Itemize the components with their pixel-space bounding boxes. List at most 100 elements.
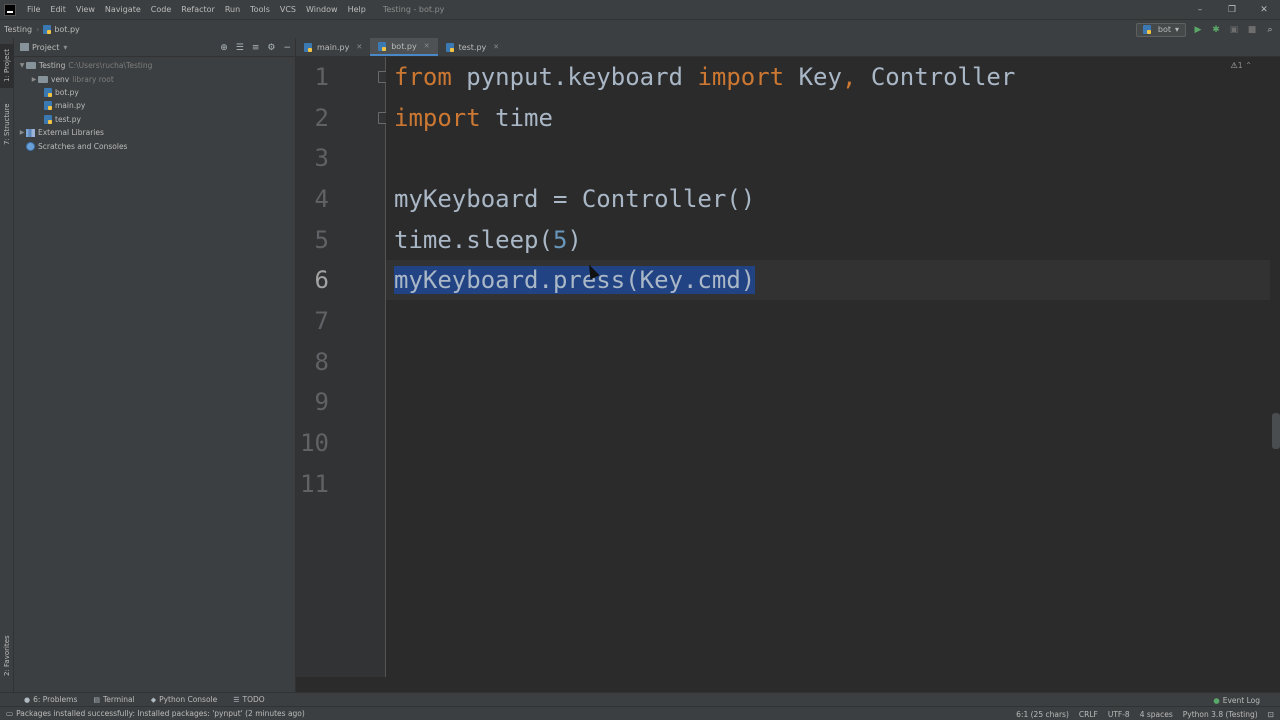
- tool-label: Event Log: [1222, 695, 1260, 705]
- folder-icon: [38, 75, 48, 83]
- tree-item-venv[interactable]: ▶ venv library root: [14, 72, 295, 85]
- menu-edit[interactable]: Edit: [45, 0, 71, 19]
- tab-main-py[interactable]: main.py ✕: [296, 38, 370, 56]
- keyword-token: import: [697, 63, 785, 91]
- chevron-right-icon[interactable]: ▶: [18, 129, 26, 136]
- lock-icon[interactable]: ⊡: [1268, 710, 1274, 719]
- pycharm-logo-icon: [4, 3, 16, 16]
- menu-refactor[interactable]: Refactor: [176, 0, 220, 19]
- expand-all-icon[interactable]: ☰: [236, 43, 244, 53]
- code-editor[interactable]: from pynput.keyboard import Key, Control…: [386, 57, 1270, 677]
- python-file-icon: [43, 24, 52, 34]
- favorites-tool-button[interactable]: 2: Favorites: [0, 630, 14, 682]
- menu-file[interactable]: File: [22, 0, 45, 19]
- todo-tool-button[interactable]: ☰ TODO: [225, 695, 272, 704]
- search-everywhere-button[interactable]: ⌕: [1264, 24, 1276, 36]
- caret-position[interactable]: 6:1 (25 chars): [1016, 710, 1069, 719]
- status-message[interactable]: ▭ Packages installed successfully: Instal…: [6, 709, 305, 718]
- library-icon: [26, 128, 35, 137]
- hide-panel-icon[interactable]: −: [283, 43, 291, 53]
- line-number: 9: [314, 388, 329, 416]
- menu-window[interactable]: Window: [301, 0, 343, 19]
- editor-scrollbar[interactable]: [1272, 413, 1280, 449]
- line-separator[interactable]: CRLF: [1079, 710, 1098, 719]
- python-console-tool-button[interactable]: ◆ Python Console: [143, 695, 226, 704]
- run-config-selector[interactable]: bot ▾: [1135, 22, 1186, 37]
- tree-item-main-py[interactable]: main.py: [14, 99, 295, 112]
- coverage-button[interactable]: ▣: [1228, 24, 1240, 36]
- menu-navigate[interactable]: Navigate: [100, 0, 146, 19]
- code-line-4: myKeyboard = Controller(): [394, 185, 756, 213]
- editor-gutter[interactable]: 1 2 3 4 5 6 7 8 9 10 11: [296, 57, 387, 677]
- project-view-icon: [20, 43, 29, 51]
- stop-button[interactable]: ■: [1246, 24, 1258, 36]
- tab-test-py[interactable]: test.py ✕: [438, 38, 508, 56]
- tab-label: bot.py: [391, 41, 417, 51]
- tree-item-scratches[interactable]: Scratches and Consoles: [14, 139, 295, 152]
- chevron-down-icon[interactable]: ▼: [18, 62, 26, 69]
- menu-code[interactable]: Code: [146, 0, 176, 19]
- tab-label: main.py: [317, 42, 350, 52]
- problems-tool-button[interactable]: ● 6: Problems: [16, 695, 85, 704]
- search-icon: ⌕: [1267, 24, 1273, 35]
- keyword-token: from: [394, 63, 452, 91]
- project-tree: ▼ Testing C:\Users\rucha\Testing ▶ venv …: [14, 57, 295, 153]
- chevron-down-icon: ▾: [1174, 25, 1179, 34]
- menu-run[interactable]: Run: [220, 0, 245, 19]
- menu-help[interactable]: Help: [343, 0, 371, 19]
- chevron-down-icon[interactable]: ▾: [63, 43, 67, 52]
- tool-label: TODO: [242, 695, 265, 704]
- tree-item-test-py[interactable]: test.py: [14, 113, 295, 126]
- tree-item-external-libraries[interactable]: ▶ External Libraries: [14, 126, 295, 139]
- tree-item-bot-py[interactable]: bot.py: [14, 86, 295, 99]
- status-bar: ▭ Packages installed successfully: Instal…: [0, 706, 1280, 720]
- code-token: Controller: [856, 63, 1016, 91]
- close-button[interactable]: ✕: [1248, 0, 1280, 19]
- project-tool-button[interactable]: 1: Project: [0, 44, 14, 88]
- tool-window-bar: ● 6: Problems ▤ Terminal ◆ Python Console ☰…: [0, 692, 1280, 706]
- menu-vcs[interactable]: VCS: [275, 0, 301, 19]
- run-config-label: bot: [1157, 25, 1171, 34]
- run-button[interactable]: ▶: [1192, 24, 1204, 36]
- tab-bot-py[interactable]: bot.py ✕: [370, 38, 438, 56]
- project-panel-title[interactable]: Project: [32, 43, 59, 52]
- line-number: 10: [300, 429, 329, 457]
- collapse-all-icon[interactable]: ≡: [252, 43, 260, 53]
- restore-button[interactable]: ❐: [1216, 0, 1248, 19]
- code-line-5: time.sleep(5): [394, 220, 582, 260]
- tree-item-testing[interactable]: ▼ Testing C:\Users\rucha\Testing: [14, 59, 295, 72]
- event-log-button[interactable]: ● Event Log: [1213, 693, 1260, 707]
- tool-label: 6: Problems: [33, 695, 78, 704]
- close-icon[interactable]: ✕: [424, 42, 430, 50]
- code-line-2: import time: [394, 98, 553, 138]
- structure-tool-button[interactable]: 7: Structure: [0, 98, 14, 150]
- menu-tools[interactable]: Tools: [245, 0, 275, 19]
- tree-item-path: C:\Users\rucha\Testing: [68, 61, 153, 71]
- line-number: 8: [314, 348, 329, 376]
- file-encoding[interactable]: UTF-8: [1108, 710, 1130, 719]
- play-icon: ▶: [1194, 24, 1202, 35]
- editor-scroll-track[interactable]: [1270, 57, 1280, 677]
- breadcrumb-file[interactable]: bot.py: [39, 24, 83, 34]
- python-file-icon: [44, 114, 52, 124]
- scratches-icon: [26, 141, 35, 151]
- terminal-tool-button[interactable]: ▤ Terminal: [85, 695, 142, 704]
- breadcrumb-project[interactable]: Testing: [0, 25, 36, 34]
- gear-icon[interactable]: ⚙: [267, 43, 275, 53]
- line-number: 4: [314, 185, 329, 213]
- locate-file-icon[interactable]: ⊕: [220, 43, 228, 53]
- close-icon[interactable]: ✕: [493, 43, 499, 51]
- status-message-text: Packages installed successfully: Install…: [16, 709, 305, 718]
- indent-setting[interactable]: 4 spaces: [1140, 710, 1173, 719]
- menu-view[interactable]: View: [71, 0, 100, 19]
- code-token: time.sleep(: [394, 226, 553, 254]
- inspection-widget[interactable]: ⚠1 ⌃: [1230, 61, 1252, 70]
- debug-button[interactable]: ✱: [1210, 24, 1222, 36]
- python-file-icon: [44, 87, 52, 97]
- code-line-1: from pynput.keyboard import Key, Control…: [394, 57, 1015, 97]
- chevron-right-icon[interactable]: ▶: [30, 76, 38, 83]
- close-icon[interactable]: ✕: [356, 43, 362, 51]
- tool-label: Python Console: [159, 695, 218, 704]
- minimize-button[interactable]: –: [1184, 0, 1216, 19]
- python-interpreter[interactable]: Python 3.8 (Testing): [1183, 710, 1258, 719]
